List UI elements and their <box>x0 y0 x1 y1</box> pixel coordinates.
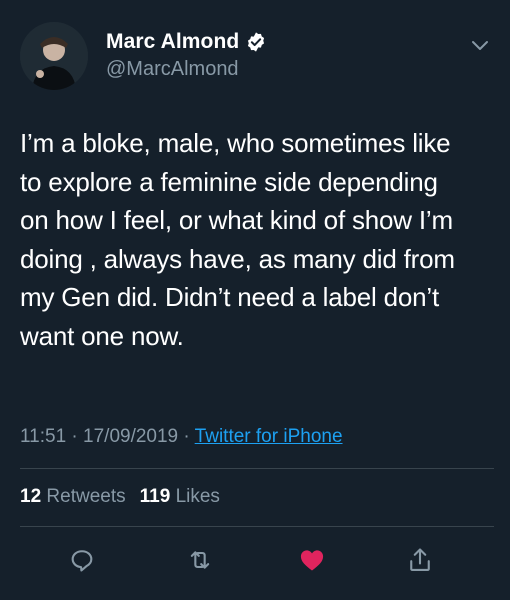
meta-separator-2: · <box>178 426 195 447</box>
divider <box>20 526 494 527</box>
likes-label: Likes <box>175 486 220 507</box>
tweet-header: Marc Almond @MarcAlmond <box>20 22 500 92</box>
retweets-stat[interactable]: 12 Retweets <box>20 486 126 507</box>
avatar[interactable] <box>20 22 88 90</box>
tweet-actions <box>0 540 510 580</box>
tweet-text: I’m a bloke, male, who sometimes like to… <box>20 128 455 351</box>
divider <box>20 468 494 469</box>
retweets-label: Retweets <box>46 486 126 507</box>
retweets-count: 12 <box>20 486 42 507</box>
tweet-time: 11:51 <box>20 426 67 447</box>
tweet-source-link[interactable]: Twitter for iPhone <box>195 426 343 447</box>
verified-badge-icon <box>245 31 267 53</box>
chevron-down-icon[interactable] <box>470 38 490 52</box>
tweet-meta: 11:51 · 17/09/2019 · Twitter for iPhone <box>20 426 343 448</box>
reply-icon[interactable] <box>62 540 102 580</box>
author-handle[interactable]: @MarcAlmond <box>106 58 239 81</box>
share-icon[interactable] <box>400 540 440 580</box>
tweet-date: 17/09/2019 <box>83 426 179 447</box>
tweet-stats: 12 Retweets 119 Likes <box>20 486 220 508</box>
author-name[interactable]: Marc Almond <box>106 30 239 54</box>
likes-count: 119 <box>139 486 171 507</box>
retweet-icon[interactable] <box>180 540 220 580</box>
likes-stat[interactable]: 119 Likes <box>140 486 220 507</box>
author-name-row: Marc Almond <box>106 30 267 54</box>
avatar-photo <box>20 22 88 90</box>
meta-separator: · <box>66 426 84 447</box>
heart-icon[interactable] <box>292 540 332 580</box>
